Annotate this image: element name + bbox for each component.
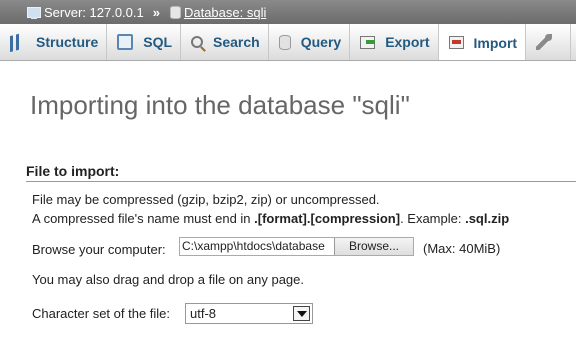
breadcrumb-server[interactable]: Server: 127.0.0.1 xyxy=(0,5,144,20)
browse-button[interactable]: Browse... xyxy=(334,238,413,255)
breadcrumb: Server: 127.0.0.1 » Database: sqli xyxy=(0,0,576,24)
tab-search-label: Search xyxy=(213,34,260,50)
format-note-example: .sql.zip xyxy=(465,211,510,226)
database-icon xyxy=(169,5,181,19)
query-icon xyxy=(278,34,291,50)
format-note: A compressed file's name must end in .[f… xyxy=(32,211,509,226)
charset-label: Character set of the file: xyxy=(32,306,171,321)
charset-select-value: utf-8 xyxy=(190,306,217,321)
compression-note: File may be compressed (gzip, bzip2, zip… xyxy=(32,192,380,207)
tab-query[interactable]: Query xyxy=(269,24,351,60)
tab-sql-label: SQL xyxy=(143,34,173,50)
tab-import-label: Import xyxy=(473,34,518,51)
tab-structure-label: Structure xyxy=(36,34,99,50)
tab-query-label: Query xyxy=(300,34,342,50)
tab-search[interactable]: Search xyxy=(181,24,269,60)
server-icon xyxy=(27,6,41,19)
tab-import[interactable]: Import xyxy=(438,24,527,60)
file-path-field[interactable]: C:\xampp\htdocs\database xyxy=(180,238,334,255)
tab-bar: Structure SQL Search Query Export Import xyxy=(0,24,576,61)
structure-icon xyxy=(10,31,26,53)
tab-export[interactable]: Export xyxy=(350,24,439,60)
tab-structure[interactable]: Structure xyxy=(0,24,108,60)
section-divider xyxy=(26,181,576,182)
export-icon xyxy=(360,35,376,49)
charset-select[interactable]: utf-8 xyxy=(185,303,313,324)
breadcrumb-database[interactable]: Database: sqli xyxy=(168,5,266,20)
tab-sql[interactable]: SQL xyxy=(107,24,182,60)
sql-icon xyxy=(117,34,134,50)
breadcrumb-database-label[interactable]: Database: sqli xyxy=(184,5,266,20)
browse-label: Browse your computer: xyxy=(32,242,166,257)
max-size-note: (Max: 40MiB) xyxy=(423,241,501,256)
section-title: File to import: xyxy=(26,163,120,179)
tab-operations[interactable] xyxy=(526,24,572,60)
format-note-prefix: A compressed file's name must end in xyxy=(32,211,255,226)
format-note-mid: . Example: xyxy=(400,211,466,226)
import-icon xyxy=(448,36,464,49)
wrench-icon xyxy=(536,34,553,50)
search-icon xyxy=(191,36,204,48)
file-input[interactable]: C:\xampp\htdocs\database Browse... xyxy=(179,237,414,256)
drag-drop-note: You may also drag and drop a file on any… xyxy=(32,272,304,287)
chevron-down-icon[interactable] xyxy=(293,306,310,321)
tab-export-label: Export xyxy=(385,34,430,50)
page-title: Importing into the database "sqli" xyxy=(30,90,410,120)
breadcrumb-server-label[interactable]: Server: 127.0.0.1 xyxy=(44,5,144,20)
breadcrumb-separator: » xyxy=(152,4,160,20)
format-note-format: .[format].[compression] xyxy=(254,211,401,226)
